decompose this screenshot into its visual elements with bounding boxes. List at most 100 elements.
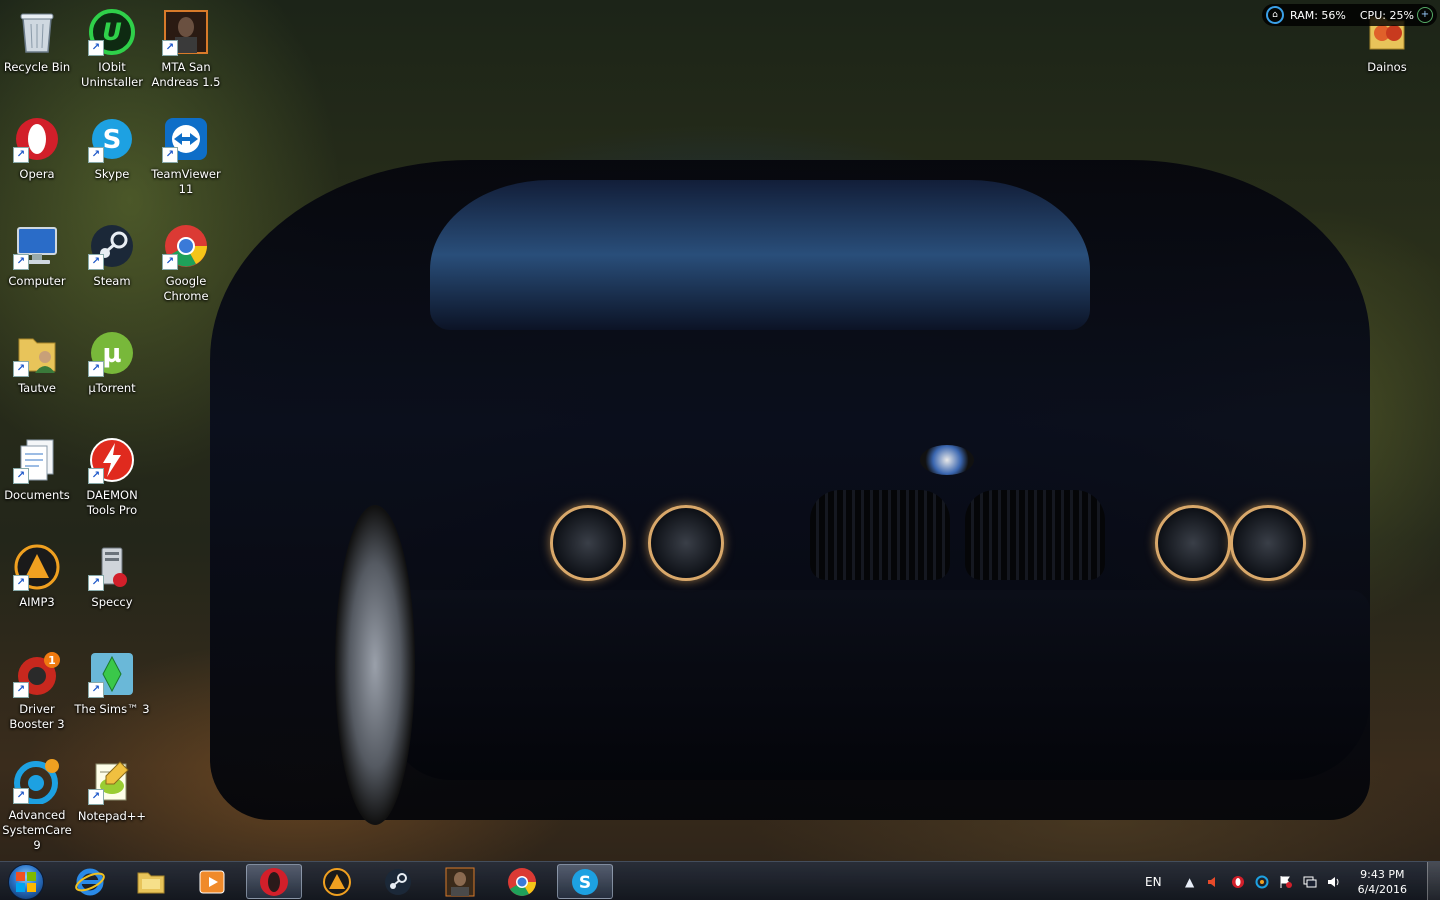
mta-icon: ↗ — [162, 8, 210, 56]
wallpaper-car-windshield — [430, 180, 1090, 330]
desktop[interactable]: Recycle Bin ↗ Opera ↗ Computer ↗ Tautve — [0, 0, 1440, 900]
shortcut-arrow-icon: ↗ — [13, 361, 29, 377]
desktop-icon-mta[interactable]: ↗ MTA San Andreas 1.5 — [149, 4, 223, 104]
opera-icon: ↗ — [13, 115, 61, 163]
desktop-icon-label: Speccy — [91, 595, 133, 609]
desktop-icon-sims[interactable]: ↗ The Sims™ 3 — [74, 646, 150, 746]
driver-booster-icon: 1 ↗ — [13, 650, 61, 698]
ram-usage: RAM: 56% — [1290, 8, 1346, 22]
notepad-plus-icon: ↗ — [88, 757, 136, 805]
teamviewer-icon: ↗ — [162, 115, 210, 163]
desktop-icon-skype[interactable]: S ↗ Skype — [75, 111, 149, 211]
system-monitor-widget[interactable]: ⌂ RAM: 56% CPU: 25% + — [1262, 4, 1437, 26]
desktop-icon-label: IObit Uninstaller — [81, 60, 143, 89]
taskbar-button-file-explorer[interactable] — [123, 864, 179, 899]
desktop-icon-driver-booster[interactable]: 1 ↗ Driver Booster 3 — [0, 646, 74, 746]
language-indicator[interactable]: EN — [1145, 875, 1162, 889]
desktop-icon-speccy[interactable]: ↗ Speccy — [75, 539, 149, 639]
file-explorer-icon — [136, 867, 166, 897]
shortcut-arrow-icon: ↗ — [13, 468, 29, 484]
shortcut-arrow-icon: ↗ — [88, 575, 104, 591]
network-icon[interactable] — [1302, 874, 1318, 890]
steam-icon — [383, 867, 413, 897]
taskbar-button-steam[interactable] — [370, 864, 426, 899]
desktop-icon-chrome[interactable]: ↗ Google Chrome — [149, 218, 223, 318]
desktop-icon-label: µTorrent — [88, 381, 136, 395]
shortcut-arrow-icon: ↗ — [88, 682, 104, 698]
wallpaper-car-bumper — [390, 590, 1370, 780]
desktop-icon-label: The Sims™ 3 — [74, 702, 150, 716]
taskbar-clock[interactable]: 9:43 PM 6/4/2016 — [1358, 867, 1407, 897]
aimp-icon — [322, 867, 352, 897]
desktop-icon-label: TeamViewer 11 — [151, 167, 221, 196]
desktop-icon-label: Tautve — [18, 381, 56, 395]
system-tray: EN ▲ 9:43 PM 6/4/2016 — [1145, 862, 1440, 900]
desktop-icon-notepad-plus[interactable]: ↗ Notepad++ — [75, 753, 149, 853]
desktop-icon-label: Skype — [94, 167, 130, 181]
taskbar-button-aimp[interactable] — [309, 864, 365, 899]
taskbar-button-chrome[interactable] — [494, 864, 550, 899]
desktop-icon-computer[interactable]: ↗ Computer — [0, 218, 74, 318]
svg-text:U: U — [102, 18, 122, 46]
taskbar-button-opera[interactable] — [246, 864, 302, 899]
computer-icon: ↗ — [13, 222, 61, 270]
desktop-icon-label: Notepad++ — [77, 809, 147, 823]
taskbar-button-internet-explorer[interactable] — [62, 864, 118, 899]
clock-date: 6/4/2016 — [1357, 882, 1407, 896]
desktop-icon-utorrent[interactable]: µ ↗ µTorrent — [75, 325, 149, 425]
documents-icon: ↗ — [13, 436, 61, 484]
taskbar-button-media-player[interactable] — [184, 864, 240, 899]
start-button[interactable] — [4, 864, 48, 900]
desktop-icon-label: Opera — [19, 167, 55, 181]
wallpaper-car-headlight — [648, 505, 724, 581]
volume-muted-icon[interactable] — [1206, 874, 1222, 890]
desktop-icon-advanced-systemcare[interactable]: ↗ Advanced SystemCare 9 — [0, 753, 74, 853]
mta-icon — [445, 867, 475, 897]
desktop-icon-label: Documents — [4, 488, 70, 502]
desktop-icon-aimp[interactable]: ↗ AIMP3 — [0, 539, 74, 639]
media-player-icon — [197, 867, 227, 897]
shortcut-arrow-icon: ↗ — [162, 254, 178, 270]
taskbar-button-skype[interactable]: S — [557, 864, 613, 899]
aimp-icon: ↗ — [13, 543, 61, 591]
shortcut-arrow-icon: ↗ — [88, 40, 104, 56]
monitor-widget-icon: ⌂ — [1266, 6, 1284, 24]
action-center-flag-icon[interactable] — [1278, 874, 1294, 890]
show-hidden-icons-icon[interactable]: ▲ — [1182, 874, 1198, 890]
show-desktop-button[interactable] — [1427, 862, 1440, 900]
desktop-icon-label: Recycle Bin — [3, 60, 71, 74]
cpu-usage: CPU: 25% — [1359, 8, 1414, 22]
sims-icon: ↗ — [88, 650, 136, 698]
desktop-icon-label: DAEMON Tools Pro — [86, 488, 138, 517]
desktop-icon-teamviewer[interactable]: ↗ TeamViewer 11 — [149, 111, 223, 211]
opera-tray-icon[interactable] — [1230, 874, 1246, 890]
daemon-tools-icon: ↗ — [88, 436, 136, 484]
desktop-icon-iobit-uninstaller[interactable]: U ↗ IObit Uninstaller — [75, 4, 149, 104]
desktop-icon-documents[interactable]: ↗ Documents — [0, 432, 74, 532]
desktop-icon-steam[interactable]: ↗ Steam — [75, 218, 149, 318]
iobit-uninstaller-icon: U ↗ — [88, 8, 136, 56]
shortcut-arrow-icon: ↗ — [13, 788, 29, 804]
opera-icon — [259, 867, 289, 897]
desktop-icon-daemon-tools[interactable]: ↗ DAEMON Tools Pro — [75, 432, 149, 532]
wallpaper-car-wheel — [335, 505, 415, 825]
desktop-icon-tautve[interactable]: ↗ Tautve — [0, 325, 74, 425]
desktop-icon-recycle-bin[interactable]: Recycle Bin — [0, 4, 74, 104]
wallpaper-car-headlight — [550, 505, 626, 581]
desktop-icon-label: Google Chrome — [163, 274, 209, 303]
speccy-icon: ↗ — [88, 543, 136, 591]
recycle-bin-icon — [13, 8, 61, 56]
desktop-icon-label: AIMP3 — [19, 595, 55, 609]
utorrent-icon: µ ↗ — [88, 329, 136, 377]
advanced-systemcare-tray-icon[interactable] — [1254, 874, 1270, 890]
widget-expand-icon[interactable]: + — [1417, 7, 1433, 23]
chrome-icon: ↗ — [162, 222, 210, 270]
volume-icon[interactable] — [1326, 874, 1342, 890]
shortcut-arrow-icon: ↗ — [88, 361, 104, 377]
windows-logo-icon — [8, 864, 44, 900]
desktop-icon-opera[interactable]: ↗ Opera — [0, 111, 74, 211]
svg-text:S: S — [579, 873, 591, 893]
user-folder-icon: ↗ — [13, 329, 61, 377]
taskbar-button-mta[interactable] — [432, 864, 488, 899]
desktop-icon-label: Advanced SystemCare 9 — [2, 808, 72, 852]
